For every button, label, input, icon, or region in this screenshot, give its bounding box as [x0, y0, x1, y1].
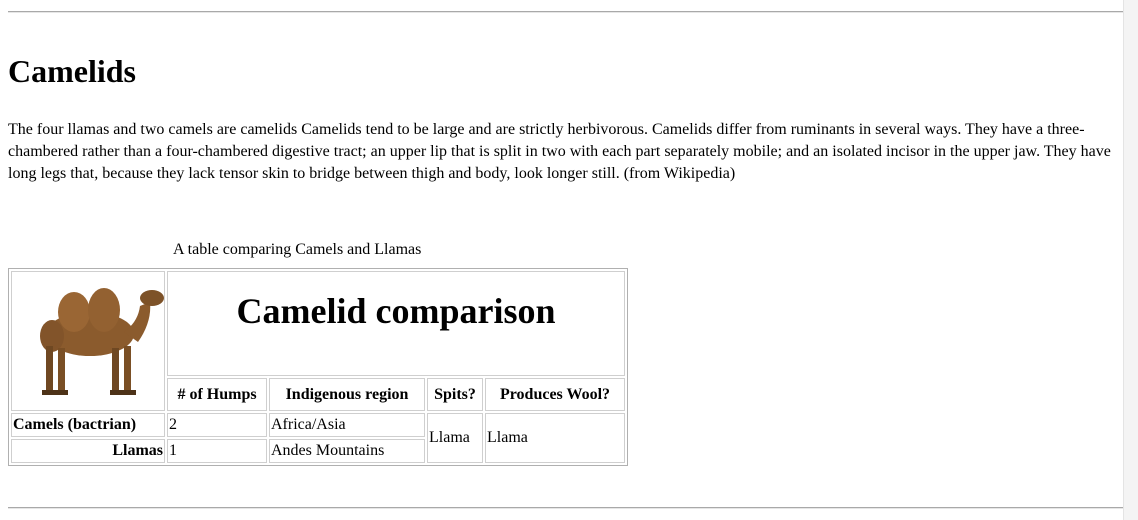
page-title: Camelids	[8, 53, 136, 89]
camel-head	[140, 290, 164, 306]
camel-foot-4	[122, 390, 136, 395]
column-header-humps: # of Humps	[167, 378, 267, 411]
row-header-llamas: Llamas	[11, 439, 165, 463]
cell-camels-region: Africa/Asia	[269, 413, 425, 437]
table-title: Camelid comparison	[167, 271, 625, 377]
cell-spits: Llama	[427, 413, 483, 463]
cell-llamas-region: Andes Mountains	[269, 439, 425, 463]
scrollbar[interactable]	[1123, 0, 1138, 520]
column-header-spits: Spits?	[427, 378, 483, 411]
camel-foot-1	[42, 390, 56, 395]
camel-leg-3	[112, 348, 119, 392]
cell-llamas-humps: 1	[167, 439, 267, 463]
bottom-divider	[8, 507, 1123, 509]
column-header-region: Indigenous region	[269, 378, 425, 411]
camel-leg-1	[46, 346, 53, 392]
camel-leg-4	[124, 346, 131, 392]
table-caption: A table comparing Camels and Llamas	[173, 241, 422, 258]
comparison-table: Camelid comparison # of Humps Indigenous…	[8, 268, 628, 466]
cell-camels-humps: 2	[167, 413, 267, 437]
camel-foot-2	[56, 390, 68, 395]
top-divider	[8, 11, 1123, 13]
camel-hump-front	[58, 292, 90, 332]
cell-wool: Llama	[485, 413, 625, 463]
camel-leg-2	[58, 348, 65, 392]
camel-hump-back	[88, 288, 120, 332]
table-row: Camels (bactrian) 2 Africa/Asia Llama Ll…	[11, 413, 625, 463]
camel-image-cell	[11, 271, 165, 411]
row-header-camels: Camels (bactrian)	[11, 413, 165, 437]
page: Camelids The four llamas and two camels …	[0, 0, 1138, 520]
intro-paragraph: The four llamas and two camels are camel…	[8, 121, 1111, 182]
column-header-wool: Produces Wool?	[485, 378, 625, 411]
camel-image	[40, 288, 164, 395]
camel-foot-3	[110, 390, 122, 395]
